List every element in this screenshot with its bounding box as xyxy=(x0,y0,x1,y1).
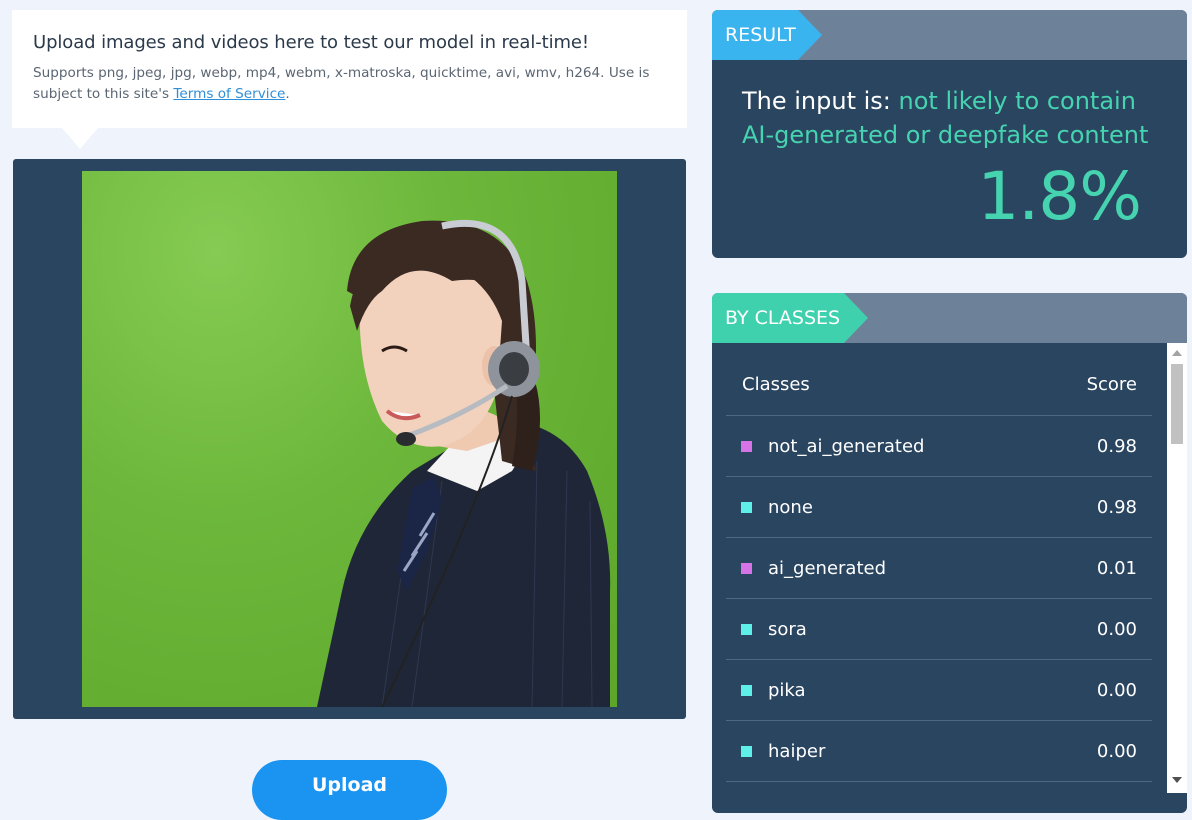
upload-info-period: . xyxy=(285,86,290,102)
result-percentage: 1.8% xyxy=(977,158,1142,235)
photo-illustration xyxy=(317,219,611,707)
upload-info-text: Supports png, jpeg, jpg, webp, mp4, webm… xyxy=(33,63,666,105)
class-color-swatch xyxy=(741,562,752,574)
result-tag: RESULT xyxy=(712,10,822,60)
scroll-down-arrow-icon[interactable] xyxy=(1172,777,1182,783)
column-header-score: Score xyxy=(1086,373,1137,395)
column-header-classes: Classes xyxy=(742,373,810,395)
class-score: 0.98 xyxy=(1096,496,1137,518)
class-score: 0.00 xyxy=(1096,740,1137,762)
classes-scrollbar[interactable] xyxy=(1167,343,1187,793)
class-label: ai_generated xyxy=(768,557,887,579)
classes-table: Classes Score not_ai_generated 0.98 none… xyxy=(726,343,1152,782)
table-row: haiper 0.00 xyxy=(726,721,1152,782)
info-box-pointer xyxy=(62,128,98,149)
class-label: haiper xyxy=(768,740,826,762)
class-color-swatch xyxy=(741,623,752,635)
class-color-swatch xyxy=(741,684,752,696)
class-color-swatch xyxy=(741,440,752,452)
table-row: pika 0.00 xyxy=(726,660,1152,721)
media-preview-panel xyxy=(13,159,686,719)
result-prefix: The input is: xyxy=(742,87,899,115)
result-statement: The input is: not likely to contain AI-g… xyxy=(742,84,1162,152)
result-header: RESULT xyxy=(712,10,1187,60)
class-label: sora xyxy=(768,618,807,640)
class-label: pika xyxy=(768,679,806,701)
terms-of-service-link[interactable]: Terms of Service xyxy=(173,86,285,102)
upload-info-description: Supports png, jpeg, jpg, webp, mp4, webm… xyxy=(33,65,650,102)
class-color-swatch xyxy=(741,501,752,513)
class-score: 0.98 xyxy=(1096,435,1137,457)
class-label: none xyxy=(768,496,813,518)
upload-info-title: Upload images and videos here to test ou… xyxy=(33,32,590,53)
uploaded-photo xyxy=(82,171,617,707)
class-color-swatch xyxy=(741,745,752,757)
result-card: RESULT The input is: not likely to conta… xyxy=(712,10,1187,258)
table-row: not_ai_generated 0.98 xyxy=(726,416,1152,477)
scroll-up-arrow-icon[interactable] xyxy=(1172,350,1182,356)
table-row: ai_generated 0.01 xyxy=(726,538,1152,599)
by-classes-tag: BY CLASSES xyxy=(712,293,868,343)
classes-table-header: Classes Score xyxy=(726,343,1152,416)
table-row: sora 0.00 xyxy=(726,599,1152,660)
class-score: 0.00 xyxy=(1096,618,1137,640)
by-classes-card: BY CLASSES Classes Score not_ai_generate… xyxy=(712,293,1187,813)
upload-info-box: Upload images and videos here to test ou… xyxy=(12,10,687,128)
scroll-thumb[interactable] xyxy=(1171,364,1183,444)
by-classes-header: BY CLASSES xyxy=(712,293,1187,343)
class-score: 0.01 xyxy=(1096,557,1137,579)
class-label: not_ai_generated xyxy=(768,435,925,457)
table-row: none 0.98 xyxy=(726,477,1152,538)
upload-button[interactable]: Upload xyxy=(252,760,447,820)
class-score: 0.00 xyxy=(1096,679,1137,701)
